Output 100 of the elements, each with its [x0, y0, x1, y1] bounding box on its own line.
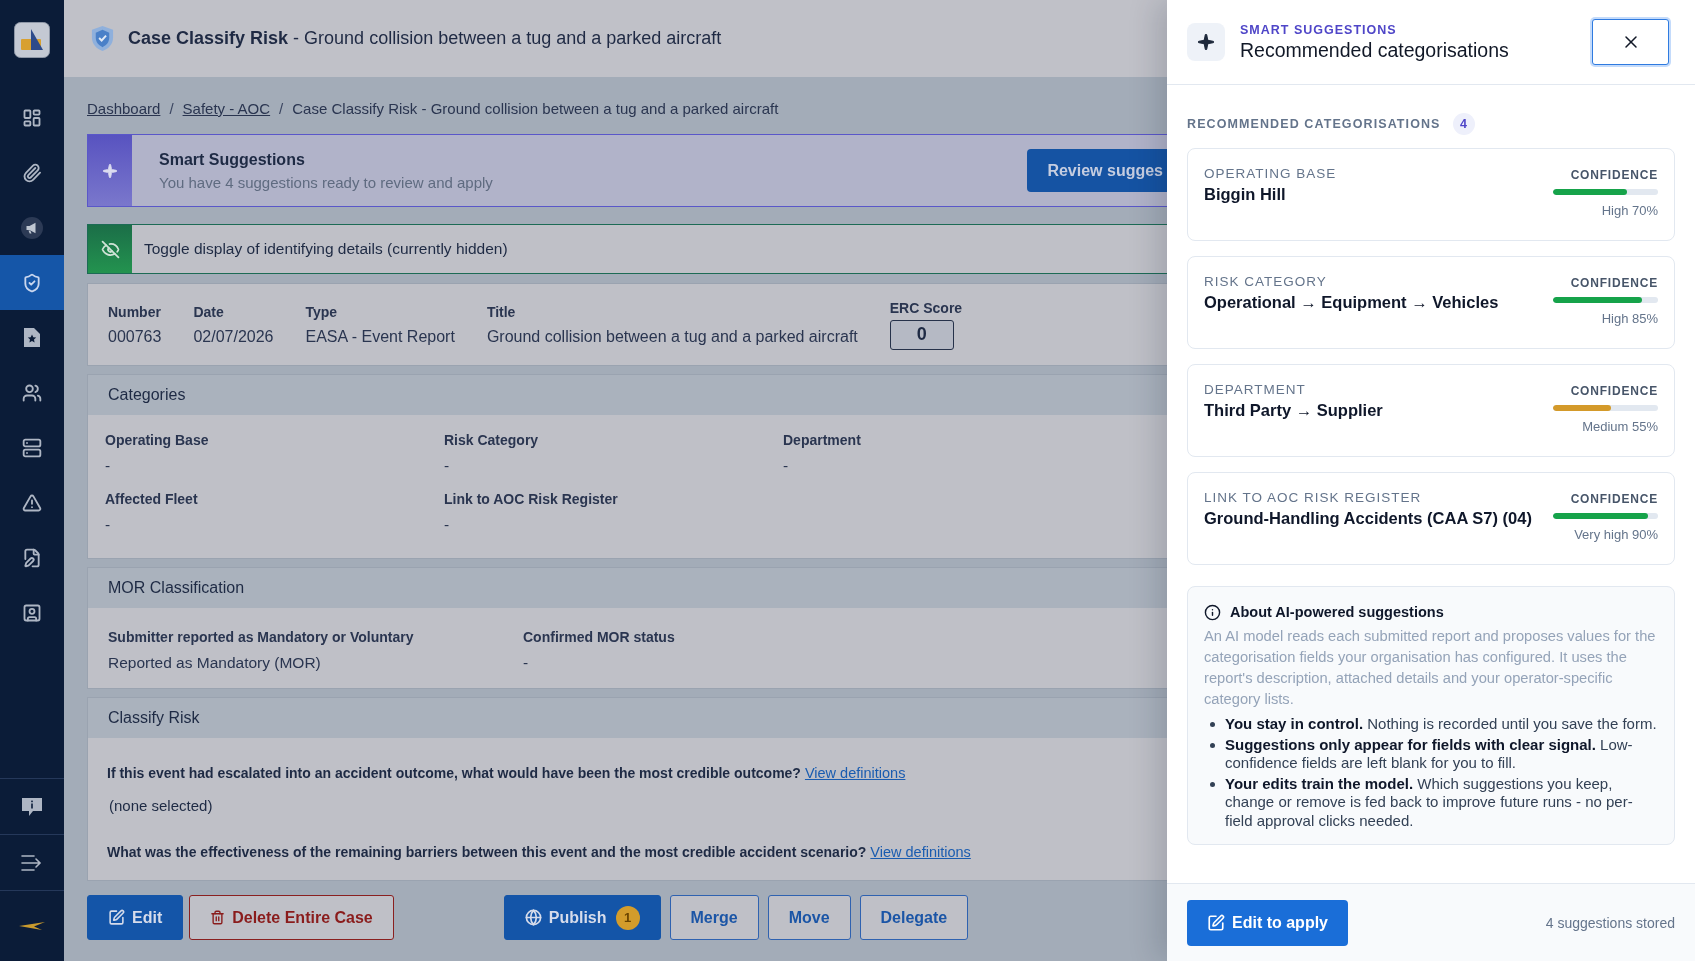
document-star-icon	[23, 327, 41, 348]
page-title: Case Classify Risk - Ground collision between a tug and a parked aircraft	[128, 28, 722, 49]
field-label: Type	[305, 303, 339, 320]
about-point: Your edits train the model. Which suggestions you keep, change or remove is fed back to improve future runs - no per-field approval clicks needed.	[1225, 774, 1634, 830]
publish-button[interactable]: Publish 1	[503, 895, 661, 940]
field-label: Risk Category	[444, 432, 540, 448]
field-label: Department	[783, 432, 862, 448]
action-button[interactable]: Move	[767, 895, 851, 940]
field-value: -	[105, 516, 112, 534]
field-value: 02/07/2026	[193, 327, 274, 346]
suggestion-value: Third Party → Supplier	[1204, 400, 1383, 420]
field-value: -	[783, 457, 790, 475]
about-point: Suggestions only appear for fields with clear signal. Low-confidence fields are left blank for you to fill.	[1225, 735, 1634, 773]
answer-value: (none selected)	[109, 797, 214, 815]
action-button[interactable]: Delegate	[859, 895, 969, 940]
view-definitions-link[interactable]: View definitions	[870, 844, 971, 860]
field-value: EASA - Event Report	[305, 327, 455, 346]
field-label: Date	[193, 303, 225, 320]
bullet-icon	[1210, 722, 1215, 727]
suggestion-value: Ground-Handling Accidents (CAA S7) (04)	[1204, 508, 1532, 528]
breadcrumb-link[interactable]: Safety - AOC	[182, 99, 271, 117]
sparkle-icon	[102, 162, 118, 179]
about-title: About AI-powered suggestions	[1230, 604, 1444, 620]
contact-card-icon	[22, 602, 42, 623]
toggle-details-button[interactable]: Toggle display of identifying details (currently hidden)	[144, 240, 508, 258]
trash-icon	[210, 910, 226, 925]
suggestion-value: Operational → Equipment → Vehicles	[1204, 292, 1499, 312]
stack-icon	[22, 437, 42, 458]
about-text: An AI model reads each submitted report and proposes values for the categorisation fields your organisation has configured. It uses the report's description, attached details and your operator-specific category lists.	[1204, 627, 1657, 709]
breadcrumb-link[interactable]: Dashboard	[87, 99, 161, 117]
sidebar-nav-button[interactable]	[0, 255, 64, 310]
bullet-icon	[1210, 781, 1215, 787]
field-value: Ground collision between a tug and a parked aircraft	[486, 327, 858, 346]
edit-icon	[108, 909, 125, 926]
info-icon	[1204, 603, 1221, 621]
field-label: Affected Fleet	[105, 491, 199, 507]
field-label: Link to AOC Risk Register	[444, 491, 619, 507]
banner-title: Smart Suggestions	[159, 150, 306, 169]
confidence-reading: Medium 55%	[1582, 419, 1658, 434]
field-value: Reported as Mandatory (MOR)	[108, 654, 322, 672]
action-button[interactable]: Merge	[669, 895, 759, 940]
confidence-reading: High 85%	[1601, 311, 1658, 326]
confidence-label: CONFIDENCE	[1570, 276, 1658, 290]
shield-icon	[22, 272, 42, 293]
review-suggestions-button[interactable]: Review sugges	[1027, 149, 1167, 192]
message-info-icon	[21, 796, 43, 817]
field-label: Title	[486, 303, 517, 320]
edit-to-apply-button[interactable]: Edit to apply	[1187, 899, 1348, 946]
drawer-eyebrow: SMART SUGGESTIONS	[1240, 22, 1398, 37]
confidence-label: CONFIDENCE	[1570, 384, 1658, 398]
confidence-reading: Very high 90%	[1574, 527, 1658, 542]
people-icon	[22, 382, 42, 403]
erc-score-value: 0	[889, 319, 954, 350]
field-value: -	[105, 457, 112, 475]
field-label: ERC Score	[889, 299, 963, 316]
field-label: Operating Base	[105, 432, 210, 448]
suggestion-field: RISK CATEGORY	[1204, 274, 1499, 290]
edit-icon	[1207, 913, 1225, 932]
plane-logo-icon	[19, 921, 45, 931]
notification-badge: 1	[615, 905, 640, 930]
edit-button[interactable]: Edit	[87, 895, 184, 940]
confidence-reading: High 70%	[1601, 203, 1658, 218]
paperclip-icon	[22, 162, 42, 183]
dashboard-icon	[22, 107, 42, 128]
confidence-label: CONFIDENCE	[1570, 168, 1658, 182]
breadcrumb-current: Case Classify Risk - Ground collision between a tug and a parked aircraft	[292, 99, 779, 117]
field-value: -	[444, 457, 451, 475]
delete-button[interactable]: Delete Entire Case	[189, 895, 394, 940]
breadcrumb-separator: /	[279, 99, 284, 117]
section-title: MOR Classification	[88, 568, 1167, 608]
suggestion-value: Biggin Hill	[1204, 184, 1287, 204]
app-logo-icon	[14, 22, 50, 58]
field-value: 000763	[108, 327, 162, 346]
globe-icon	[524, 909, 542, 926]
sparkle-icon	[1187, 23, 1225, 61]
megaphone-icon	[21, 216, 43, 239]
drawer-title: Recommended categorisations	[1240, 38, 1509, 62]
document-pencil-icon	[22, 547, 42, 568]
bullet-icon	[1210, 742, 1215, 748]
close-button[interactable]	[1592, 19, 1669, 65]
suggestions-status: 4 suggestions stored	[1545, 914, 1675, 931]
section-label: RECOMMENDED CATEGORISATIONS	[1187, 117, 1441, 131]
field-value: -	[523, 654, 530, 672]
field-label: Number	[108, 303, 162, 320]
expand-menu-icon	[21, 853, 43, 872]
count-badge: 4	[1452, 113, 1475, 135]
field-label: Confirmed MOR status	[523, 629, 676, 645]
view-definitions-link[interactable]: View definitions	[804, 765, 906, 781]
suggestion-field: OPERATING BASE	[1204, 166, 1337, 182]
question-text: If this event had escalated into an accident outcome, what would have been the most credible outcome? View definitions	[107, 764, 907, 782]
breadcrumb-separator: /	[169, 99, 174, 117]
suggestion-field: LINK TO AOC RISK REGISTER	[1204, 490, 1532, 506]
suggestion-field: DEPARTMENT	[1204, 382, 1383, 398]
section-title: Categories	[88, 375, 1167, 415]
field-label: Submitter reported as Mandatory or Voluntary	[108, 629, 415, 645]
banner-text: You have 4 suggestions ready to review and apply	[159, 173, 493, 191]
warning-icon	[22, 492, 42, 513]
about-point: You stay in control. Nothing is recorded until you save the form.	[1225, 715, 1657, 734]
section-title: Classify Risk	[88, 698, 1167, 738]
shield-check-icon	[90, 25, 115, 52]
